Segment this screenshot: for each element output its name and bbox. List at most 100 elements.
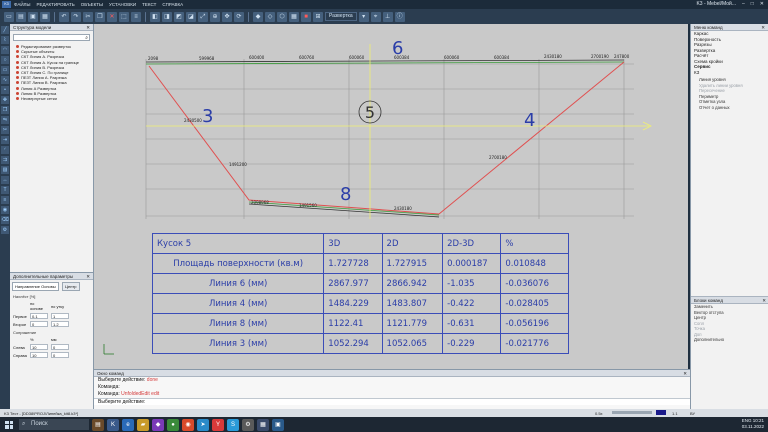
app-k3-icon[interactable]: K (107, 418, 119, 431)
point-tool-icon[interactable]: • (1, 86, 9, 94)
system-tray[interactable]: ENG 10:21 03.11.2022 (742, 418, 764, 430)
pan-icon[interactable]: ✥ (222, 11, 232, 22)
close-icon[interactable]: ✕ (760, 1, 764, 7)
trim-tool-icon[interactable]: ✂ (1, 126, 9, 134)
close-icon[interactable]: ✕ (86, 274, 90, 279)
mode-dropdown[interactable]: Развертка (325, 12, 357, 21)
first-weft-field[interactable]: 1 (51, 313, 69, 319)
save-icon[interactable]: ▣ (28, 11, 38, 22)
layers-icon[interactable]: ≡ (131, 11, 141, 22)
second-warp-field[interactable]: 0 (30, 321, 48, 327)
tree-search-input[interactable]: ⌕ (13, 34, 90, 41)
offset-tool-icon[interactable]: ⇉ (1, 156, 9, 164)
rect-tool-icon[interactable]: ▭ (1, 66, 9, 74)
maximize-icon[interactable]: □ (751, 1, 754, 7)
zoom-slider[interactable] (612, 411, 652, 414)
props-tool-icon[interactable]: ⚙ (1, 226, 9, 234)
spline-tool-icon[interactable]: ∿ (1, 76, 9, 84)
vs-icon[interactable]: ◆ (152, 418, 164, 431)
circle-tool-icon[interactable]: ○ (1, 56, 9, 64)
left-mm-field[interactable]: 0 (51, 344, 69, 350)
menu-edit[interactable]: РЕДАКТИРОВАТЬ (37, 2, 75, 7)
menu-settings[interactable]: УСТАНОВКИ (109, 2, 136, 7)
zoom-icon[interactable]: ⊕ (210, 11, 220, 22)
color-swatch[interactable] (656, 410, 666, 415)
select-icon[interactable]: ⬚ (119, 11, 129, 22)
copy-icon[interactable]: ❐ (95, 11, 105, 22)
delete-icon[interactable]: ✕ (107, 11, 117, 22)
grid-icon[interactable]: ▦ (289, 11, 299, 22)
chrome-icon[interactable]: ◉ (182, 418, 194, 431)
measure-icon[interactable]: ⊞ (313, 11, 323, 22)
menu-text[interactable]: ТЕКСТ (142, 2, 156, 7)
view-front-icon[interactable]: ◧ (150, 11, 160, 22)
menu-objects[interactable]: ОБЪЕКТЫ (81, 2, 103, 7)
wireframe-icon[interactable]: ⬡ (277, 11, 287, 22)
move-tool-icon[interactable]: ✥ (1, 96, 9, 104)
yandex-icon[interactable]: Y (212, 418, 224, 431)
command-input[interactable]: Выберите действие: (94, 398, 690, 405)
extend-tool-icon[interactable]: ⇥ (1, 136, 9, 144)
dim-tool-icon[interactable]: ↔ (1, 176, 9, 184)
first-warp-field[interactable]: 0.1 (30, 313, 48, 319)
tray-lang[interactable]: ENG (742, 418, 752, 423)
tree-item[interactable]: Несвернутые сетки (10, 96, 93, 101)
edge-icon[interactable]: e (122, 418, 134, 431)
tab-center[interactable]: Центр (62, 282, 80, 291)
settings-icon[interactable]: ⚙ (242, 418, 254, 431)
color-tool-icon[interactable]: ◉ (1, 206, 9, 214)
snap-icon[interactable]: ⌖ (370, 11, 381, 22)
task-view-icon[interactable]: ▤ (92, 418, 104, 431)
view-side-icon[interactable]: ◪ (186, 11, 196, 22)
minimize-icon[interactable]: – (742, 1, 745, 7)
erase-tool-icon[interactable]: ⌫ (1, 216, 9, 224)
open-icon[interactable]: ▤ (16, 11, 26, 22)
text-tool-icon[interactable]: T (1, 186, 9, 194)
telegram-icon[interactable]: ➤ (197, 418, 209, 431)
close-icon[interactable]: ✕ (86, 25, 90, 30)
explorer-icon[interactable]: ▰ (137, 418, 149, 431)
close-icon[interactable]: ✕ (683, 371, 687, 376)
chevron-down-icon[interactable]: ▾ (358, 11, 369, 22)
new-icon[interactable]: ▭ (4, 11, 14, 22)
view-iso-icon[interactable]: ◩ (174, 11, 184, 22)
line-tool-icon[interactable]: ╱ (1, 26, 9, 34)
close-icon[interactable]: ✕ (762, 298, 766, 303)
mirror-tool-icon[interactable]: ⇋ (1, 116, 9, 124)
menu-files[interactable]: ФАЙЛЫ (14, 2, 31, 7)
second-weft-field[interactable]: 1.2 (51, 321, 69, 327)
polyline-tool-icon[interactable]: ⌇ (1, 36, 9, 44)
undo-icon[interactable]: ↶ (59, 11, 69, 22)
info-icon[interactable]: ⓘ (394, 11, 405, 22)
copy-tool-icon[interactable]: ❐ (1, 106, 9, 114)
menu-help[interactable]: СПРАВКА (162, 2, 183, 7)
app-icon[interactable]: ● (167, 418, 179, 431)
view-top-icon[interactable]: ◨ (162, 11, 172, 22)
hatch-tool-icon[interactable]: ▨ (1, 166, 9, 174)
layer-tool-icon[interactable]: ≡ (1, 196, 9, 204)
redo-icon[interactable]: ↷ (71, 11, 81, 22)
close-icon[interactable]: ✕ (761, 25, 765, 30)
service-submenu-item[interactable]: Отчет о данных (691, 105, 768, 111)
arc-tool-icon[interactable]: ◠ (1, 46, 9, 54)
drawing-canvas[interactable]: 5 6 3 4 8 2098 599968 600400 600760 6000… (94, 24, 688, 369)
render-icon[interactable]: ◆ (253, 11, 263, 22)
right-mm-field[interactable]: 0 (51, 352, 69, 358)
skype-icon[interactable]: S (227, 418, 239, 431)
rotate-icon[interactable]: ⟳ (234, 11, 244, 22)
zoom-fit-icon[interactable]: ⤢ (198, 11, 208, 22)
mark-icon[interactable]: ■ (301, 11, 311, 22)
command-block-item[interactable]: Дополнительно (691, 337, 768, 343)
fillet-tool-icon[interactable]: ◜ (1, 146, 9, 154)
start-icon[interactable] (3, 419, 15, 431)
app-icon[interactable]: ▦ (257, 418, 269, 431)
taskbar-search-input[interactable]: ⌕ Поиск (19, 419, 89, 430)
shade-icon[interactable]: ◇ (265, 11, 275, 22)
app-icon[interactable]: ▣ (272, 418, 284, 431)
cut-icon[interactable]: ✂ (83, 11, 93, 22)
right-percent-field[interactable]: 10 (30, 352, 48, 358)
tab-warp-direction[interactable]: Направление Основы (12, 282, 59, 291)
left-percent-field[interactable]: 10 (30, 344, 48, 350)
ortho-icon[interactable]: ⊥ (382, 11, 393, 22)
print-icon[interactable]: ▦ (40, 11, 50, 22)
